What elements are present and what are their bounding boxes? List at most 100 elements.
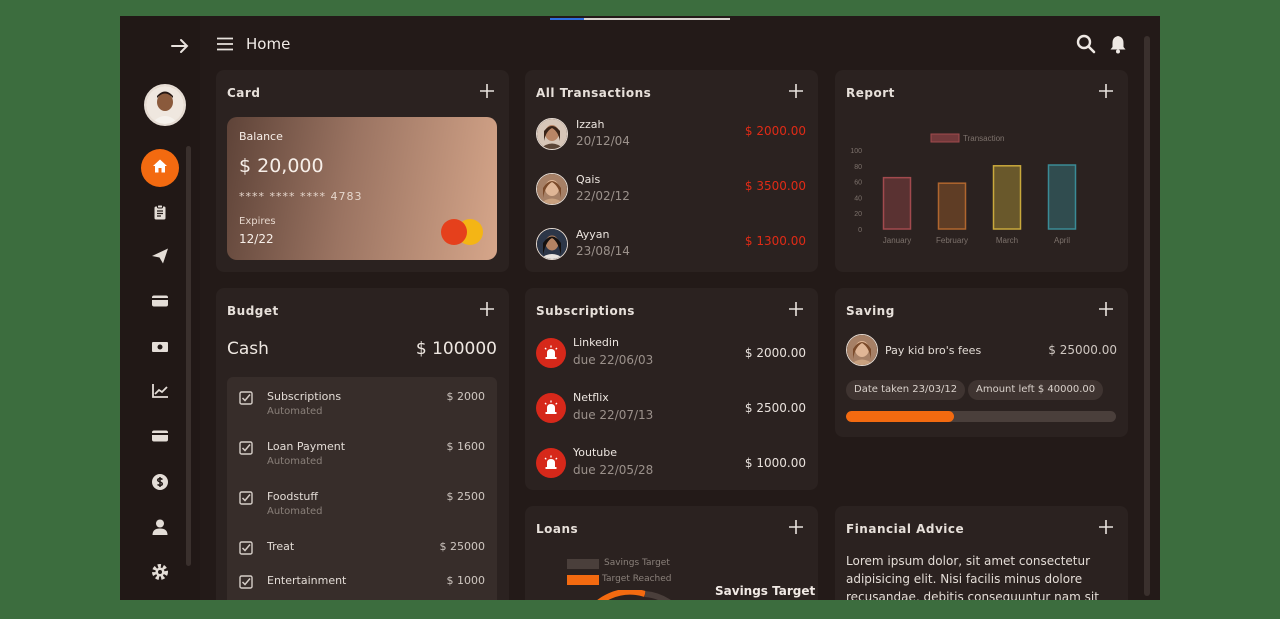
budget-item[interactable]: Subscriptions Automated $ 2000 <box>239 390 485 430</box>
saving-title: Saving <box>846 304 895 318</box>
date-taken-chip: Date taken 23/03/12 <box>846 380 966 400</box>
budget-item-amount: $ 1000 <box>446 574 486 587</box>
line-chart-icon <box>151 383 169 403</box>
avatar <box>846 334 878 366</box>
bell-icon[interactable] <box>1108 34 1128 58</box>
expires-label: Expires <box>239 216 276 227</box>
legend-swatch-savings-target <box>567 559 599 569</box>
transaction-row[interactable]: Izzah 20/12/04 $ 2000.00 <box>536 116 806 156</box>
y-tick-label: 80 <box>854 164 862 171</box>
y-tick-label: 20 <box>854 211 862 218</box>
legend-swatch <box>930 133 960 143</box>
card-panel-title: Card <box>227 86 261 100</box>
y-tick-label: 40 <box>854 195 862 202</box>
subscription-amount: $ 2000.00 <box>744 346 806 360</box>
loans-title: Loans <box>536 522 579 536</box>
x-tick-label: April <box>1054 236 1070 245</box>
bar-april <box>1047 164 1077 230</box>
checkbox-checked-icon[interactable] <box>239 390 253 405</box>
subscription-name: Youtube <box>573 446 617 459</box>
nav-settings[interactable] <box>140 554 180 594</box>
expand-arrow-icon[interactable] <box>170 36 196 58</box>
budget-title: Budget <box>227 304 279 318</box>
alarm-siren-icon <box>536 393 566 423</box>
legend-label: Transaction <box>963 134 1005 143</box>
add-report-plus-icon[interactable] <box>1098 83 1114 99</box>
transaction-date: 20/12/04 <box>576 134 630 148</box>
subscription-due: due 22/07/13 <box>573 408 654 422</box>
budget-item[interactable]: Entertainment $ 1000 <box>239 574 485 600</box>
nav-send[interactable] <box>140 238 180 278</box>
legend-target-reached: Target Reached <box>602 574 672 584</box>
subscription-row[interactable]: Linkedin due 22/06/03 $ 2000.00 <box>536 336 806 380</box>
subscription-name: Netflix <box>573 391 609 404</box>
budget-item[interactable]: Loan Payment Automated $ 1600 <box>239 440 485 480</box>
nav-wallet[interactable] <box>140 283 180 323</box>
transaction-row[interactable]: Qais 22/02/12 $ 3500.00 <box>536 171 806 211</box>
add-transaction-plus-icon[interactable] <box>788 83 804 99</box>
transaction-date: 23/08/14 <box>576 244 630 258</box>
checkbox-checked-icon[interactable] <box>239 440 253 455</box>
add-loan-plus-icon[interactable] <box>788 519 804 535</box>
subscription-row[interactable]: Youtube due 22/05/28 $ 1000.00 <box>536 446 806 490</box>
mastercard-logo-left <box>441 219 467 245</box>
nav-cards[interactable] <box>140 418 180 458</box>
budget-item-sub: Automated <box>267 406 323 417</box>
transactions-panel: All Transactions Izzah 20/12/04 $ 2000.0… <box>525 70 818 272</box>
budget-list: Subscriptions Automated $ 2000 Loan Paym… <box>227 377 497 600</box>
card-number: **** **** **** 4783 <box>239 190 363 203</box>
subscription-row[interactable]: Netflix due 22/07/13 $ 2500.00 <box>536 391 806 435</box>
transactions-title: All Transactions <box>536 86 652 100</box>
nav-profile[interactable] <box>140 509 180 549</box>
nav-money[interactable] <box>140 328 180 368</box>
budget-item[interactable]: Foodstuff Automated $ 2500 <box>239 490 485 530</box>
nav-dollar[interactable] <box>140 464 180 504</box>
financial-advice-panel: Financial Advice Lorem ipsum dolor, sit … <box>835 506 1128 600</box>
loans-donut-chart <box>597 590 671 600</box>
add-subscription-plus-icon[interactable] <box>788 301 804 317</box>
x-tick-label: January <box>883 236 911 245</box>
dollar-circle-icon <box>151 473 169 495</box>
wallet-icon <box>151 293 169 313</box>
nav-clipboard[interactable] <box>140 194 180 234</box>
banknote-icon <box>151 339 169 358</box>
x-tick-label: February <box>936 236 968 245</box>
budget-item-amount: $ 2000 <box>446 390 486 403</box>
budget-item-amount: $ 2500 <box>446 490 486 503</box>
budget-cash-label: Cash <box>227 339 269 359</box>
transaction-amount: $ 1300.00 <box>744 234 806 248</box>
subscription-due: due 22/05/28 <box>573 463 654 477</box>
main-scrollbar[interactable] <box>1144 36 1150 596</box>
checkbox-checked-icon[interactable] <box>239 490 253 505</box>
checkbox-checked-icon[interactable] <box>239 574 253 589</box>
hamburger-menu-icon[interactable] <box>216 36 234 51</box>
avatar <box>536 173 568 205</box>
add-budget-plus-icon[interactable] <box>479 301 495 317</box>
checkbox-checked-icon[interactable] <box>239 540 253 555</box>
search-icon[interactable] <box>1076 34 1096 58</box>
balance-label: Balance <box>239 130 283 143</box>
bank-card[interactable]: Balance $ 20,000 **** **** **** 4783 Exp… <box>227 117 497 260</box>
sidebar-scrollbar[interactable] <box>186 146 191 566</box>
add-card-plus-icon[interactable] <box>479 83 495 99</box>
saving-progress-fill <box>846 411 954 422</box>
loading-bar-progress <box>550 18 584 20</box>
budget-item-amount: $ 25000 <box>439 540 486 553</box>
gear-icon <box>151 563 169 585</box>
add-saving-plus-icon[interactable] <box>1098 301 1114 317</box>
financial-advice-text: Lorem ipsum dolor, sit amet consectetur … <box>846 554 1099 600</box>
nav-analytics[interactable] <box>140 373 180 413</box>
budget-item-sub: Automated <box>267 506 323 517</box>
transaction-row[interactable]: Ayyan 23/08/14 $ 1300.00 <box>536 226 806 266</box>
paper-plane-icon <box>151 247 169 269</box>
budget-item-name: Entertainment <box>267 574 347 587</box>
card-panel: Card Balance $ 20,000 **** **** **** 478… <box>216 70 509 272</box>
transaction-amount: $ 2000.00 <box>744 124 806 138</box>
add-advice-plus-icon[interactable] <box>1098 519 1114 535</box>
budget-item-name: Subscriptions <box>267 390 342 403</box>
avatar[interactable] <box>144 84 186 126</box>
report-title: Report <box>846 86 895 100</box>
home-icon <box>151 157 169 179</box>
nav-home[interactable] <box>141 149 179 187</box>
financial-advice-title: Financial Advice <box>846 522 965 536</box>
